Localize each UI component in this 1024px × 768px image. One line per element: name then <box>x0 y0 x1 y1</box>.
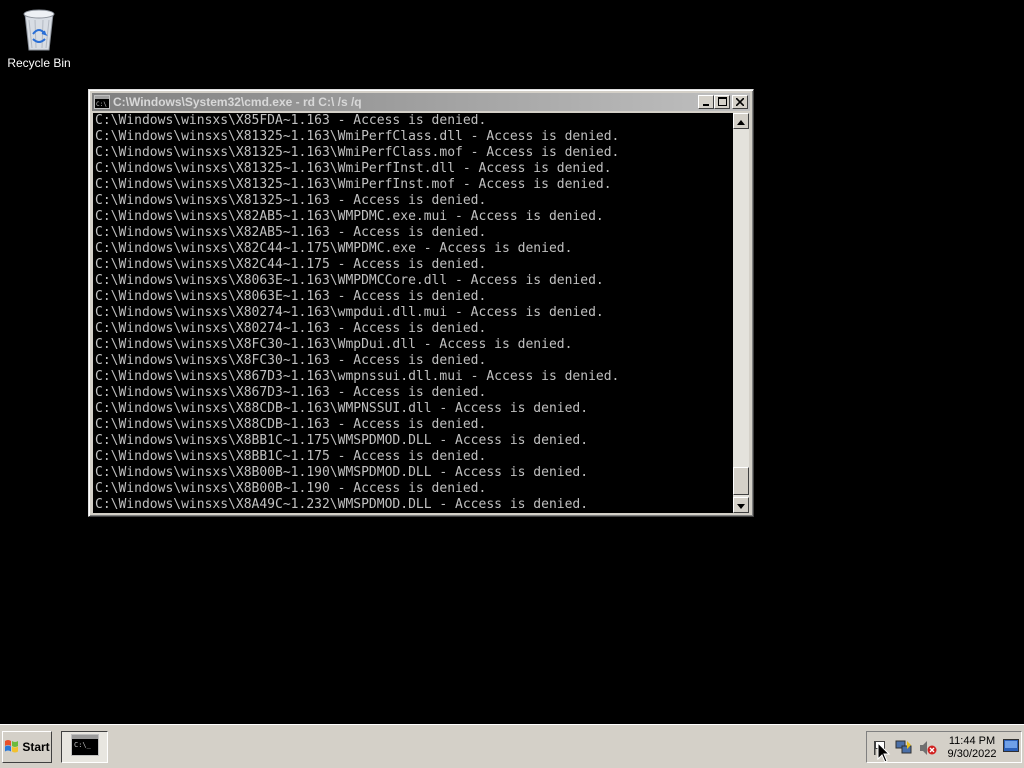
console-line: C:\Windows\winsxs\X8BB1C~1.175 - Access … <box>95 449 487 464</box>
clock-time: 11:44 PM <box>948 735 996 747</box>
start-label: Start <box>22 740 50 754</box>
console-line: C:\Windows\winsxs\X82C44~1.175 - Access … <box>95 257 487 272</box>
desktop: Recycle Bin C:\ C:\Windows\System32\cmd.… <box>0 0 1024 768</box>
console-line: C:\Windows\winsxs\X82AB5~1.163\WMPDMC.ex… <box>95 209 604 224</box>
console-line: C:\Windows\winsxs\X80274~1.163\wmpdui.dl… <box>95 305 604 320</box>
console-line: C:\Windows\winsxs\X88CDB~1.163 - Access … <box>95 417 487 432</box>
console-line: C:\Windows\winsxs\X8FC30~1.163 - Access … <box>95 353 487 368</box>
mouse-cursor-icon <box>877 741 891 768</box>
console-line: C:\Windows\winsxs\X8063E~1.163\WMPDMCCor… <box>95 273 604 288</box>
close-button[interactable] <box>732 95 748 109</box>
window-title: C:\Windows\System32\cmd.exe - rd C:\ /s … <box>113 95 362 109</box>
console-line: C:\Windows\winsxs\X82AB5~1.163 - Access … <box>95 225 487 240</box>
clock-date: 9/30/2022 <box>947 748 997 760</box>
show-desktop-icon[interactable] <box>1003 738 1019 759</box>
scroll-thumb[interactable] <box>733 467 749 495</box>
console-line: C:\Windows\winsxs\X81325~1.163\WmiPerfCl… <box>95 145 620 160</box>
console-line: C:\Windows\winsxs\X867D3~1.163 - Access … <box>95 385 487 400</box>
svg-text:C:\_: C:\_ <box>74 741 92 749</box>
arrow-up-icon <box>737 112 745 130</box>
scroll-up-button[interactable] <box>733 113 749 129</box>
console-line: C:\Windows\winsxs\X82C44~1.175\WMPDMC.ex… <box>95 241 573 256</box>
console-icon: C:\ <box>94 95 110 109</box>
console-line: C:\Windows\winsxs\X8B00B~1.190 - Access … <box>95 481 487 496</box>
maximize-button[interactable] <box>714 95 730 109</box>
desktop-icon-label: Recycle Bin <box>7 56 71 70</box>
console-line: C:\Windows\winsxs\X81325~1.163\WmiPerfIn… <box>95 161 612 176</box>
scroll-down-button[interactable] <box>733 497 749 513</box>
minimize-button[interactable] <box>698 95 714 109</box>
console-line: C:\Windows\winsxs\X81325~1.163\WmiPerfIn… <box>95 177 612 192</box>
console-line: C:\Windows\winsxs\X867D3~1.163\wmpnssui.… <box>95 369 620 384</box>
taskbar-button-console[interactable]: C:\_ <box>61 731 108 763</box>
recycle-bin-icon <box>4 6 74 52</box>
console-line: C:\Windows\winsxs\X80274~1.163 - Access … <box>95 321 487 336</box>
windows-logo-icon <box>4 739 20 756</box>
console-icon: C:\_ <box>70 733 99 761</box>
arrow-down-icon <box>737 496 745 514</box>
minimize-icon <box>702 93 710 111</box>
console-line: C:\Windows\winsxs\X8FC30~1.163\WmpDui.dl… <box>95 337 573 352</box>
window-titlebar[interactable]: C:\ C:\Windows\System32\cmd.exe - rd C:\… <box>92 93 750 111</box>
start-button[interactable]: Start <box>2 731 52 763</box>
console-line: C:\Windows\winsxs\X81325~1.163 - Access … <box>95 193 487 208</box>
taskbar: Start C:\_ 11:44 PM 9/30/2022 <box>0 724 1024 768</box>
clock[interactable]: 11:44 PM 9/30/2022 <box>943 735 1001 761</box>
maximize-icon <box>717 93 727 111</box>
svg-text:C:\: C:\ <box>96 101 107 108</box>
vertical-scrollbar[interactable] <box>733 113 749 513</box>
desktop-icon-recycle-bin[interactable]: Recycle Bin <box>4 6 74 70</box>
console-line: C:\Windows\winsxs\X85FDA~1.163 - Access … <box>95 113 487 128</box>
console-line: C:\Windows\winsxs\X8BB1C~1.175\WMSPDMOD.… <box>95 433 589 448</box>
volume-muted-icon[interactable] <box>919 740 937 761</box>
console-line: C:\Windows\winsxs\X8A49C~1.232\WMSPDMOD.… <box>95 497 589 512</box>
console-line: C:\Windows\winsxs\X88CDB~1.163\WMPNSSUI.… <box>95 401 589 416</box>
console-line: C:\Windows\winsxs\X8063E~1.163 - Access … <box>95 289 487 304</box>
console-output[interactable]: C:\Windows\winsxs\X85FDA~1.163 - Access … <box>93 113 734 513</box>
close-icon <box>735 93 745 111</box>
network-icon[interactable] <box>895 740 913 761</box>
console-line: C:\Windows\winsxs\X81325~1.163\WmiPerfCl… <box>95 129 620 144</box>
console-line: C:\Windows\winsxs\X8B00B~1.190\WMSPDMOD.… <box>95 465 589 480</box>
console-window[interactable]: C:\ C:\Windows\System32\cmd.exe - rd C:\… <box>88 89 754 517</box>
